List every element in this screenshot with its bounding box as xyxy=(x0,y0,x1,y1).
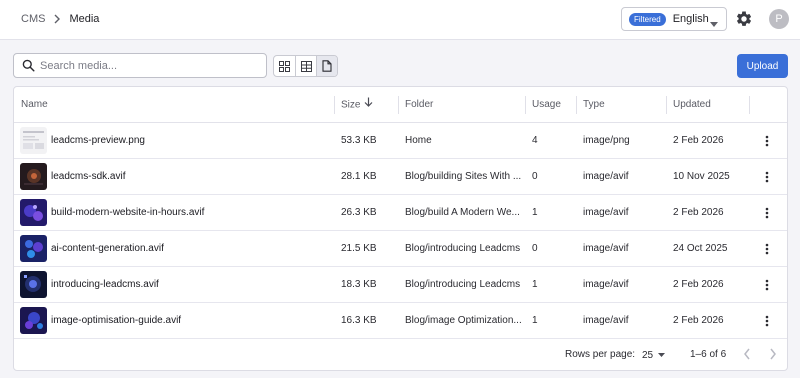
column-header-usage[interactable]: Usage xyxy=(532,87,561,123)
table-view-button[interactable] xyxy=(295,56,316,76)
cell-name: leadcms-sdk.avif xyxy=(51,171,126,182)
thumbnail-image xyxy=(20,235,47,262)
cell-folder: Blog/image Optimization... xyxy=(405,315,522,326)
cell-size: 18.3 KB xyxy=(341,279,377,290)
more-vert-icon[interactable] xyxy=(759,276,775,294)
cell-size: 26.3 KB xyxy=(341,207,377,218)
breadcrumb: CMS Media xyxy=(21,12,99,26)
upload-button[interactable]: Upload xyxy=(737,54,788,78)
cell-size: 21.5 KB xyxy=(341,243,377,254)
cell-usage: 4 xyxy=(532,135,538,146)
rows-per-page-value: 25 xyxy=(642,349,654,361)
thumbnail-image xyxy=(20,127,47,154)
cell-usage: 1 xyxy=(532,279,538,290)
more-vert-icon[interactable] xyxy=(759,132,775,150)
cell-usage: 0 xyxy=(532,171,538,182)
cell-type: image/avif xyxy=(583,243,629,254)
column-header-name[interactable]: Name xyxy=(21,87,48,123)
media-table: Name Size Folder Usage Type Updated lead… xyxy=(13,86,788,371)
rows-per-page-label: Rows per page: xyxy=(565,349,636,360)
pagination-range: 1–6 of 6 xyxy=(690,349,727,360)
cell-updated: 10 Nov 2025 xyxy=(673,171,730,182)
search-field xyxy=(13,53,267,78)
rows-per-page-select[interactable]: 25 xyxy=(642,345,678,365)
table-row[interactable]: image-optimisation-guide.avif 16.3 KB Bl… xyxy=(14,303,787,339)
cell-folder: Blog/introducing Leadcms xyxy=(405,243,521,254)
table-row[interactable]: introducing-leadcms.avif 18.3 KB Blog/in… xyxy=(14,267,787,303)
table-row[interactable]: leadcms-preview.png 53.3 KB Home 4 image… xyxy=(14,123,787,159)
cell-name: introducing-leadcms.avif xyxy=(51,279,159,290)
table-row[interactable]: ai-content-generation.avif 21.5 KB Blog/… xyxy=(14,231,787,267)
breadcrumb-root-link[interactable]: CMS xyxy=(21,12,45,26)
cell-updated: 2 Feb 2026 xyxy=(673,207,724,218)
cell-usage: 1 xyxy=(532,315,538,326)
cell-name: build-modern-website-in-hours.avif xyxy=(51,207,205,218)
language-value: English xyxy=(672,13,709,25)
cell-updated: 2 Feb 2026 xyxy=(673,135,724,146)
cell-folder: Blog/introducing Leadcms xyxy=(405,279,521,290)
cell-size: 16.3 KB xyxy=(341,315,377,326)
cell-name: leadcms-preview.png xyxy=(51,135,145,146)
more-vert-icon[interactable] xyxy=(759,240,775,258)
cell-updated: 2 Feb 2026 xyxy=(673,279,724,290)
thumbnail-image xyxy=(20,199,47,226)
table-header: Name Size Folder Usage Type Updated xyxy=(14,87,787,123)
chevron-left-icon[interactable] xyxy=(742,347,752,364)
cell-size: 53.3 KB xyxy=(341,135,377,146)
cell-name: image-optimisation-guide.avif xyxy=(51,315,182,326)
language-select[interactable]: Filtered English xyxy=(621,7,727,31)
more-vert-icon[interactable] xyxy=(759,204,775,222)
column-header-size[interactable]: Size xyxy=(341,87,373,123)
chevron-right-icon xyxy=(53,14,61,24)
column-header-folder[interactable]: Folder xyxy=(405,87,433,123)
grid-icon xyxy=(279,60,290,72)
file-icon xyxy=(322,60,332,72)
cell-type: image/avif xyxy=(583,171,629,182)
cell-name: ai-content-generation.avif xyxy=(51,243,164,254)
cell-type: image/avif xyxy=(583,279,629,290)
cell-usage: 0 xyxy=(532,243,538,254)
column-header-updated[interactable]: Updated xyxy=(673,87,711,123)
breadcrumb-current: Media xyxy=(69,13,100,25)
more-vert-icon[interactable] xyxy=(759,168,775,186)
avatar[interactable]: P xyxy=(769,9,789,29)
more-vert-icon[interactable] xyxy=(759,312,775,330)
grid-view-button[interactable] xyxy=(274,56,295,76)
view-toggle xyxy=(273,55,338,77)
cell-type: image/png xyxy=(583,135,630,146)
cell-updated: 24 Oct 2025 xyxy=(673,243,728,254)
cell-updated: 2 Feb 2026 xyxy=(673,315,724,326)
cell-folder: Blog/building Sites With ... xyxy=(405,171,522,182)
list-view-button[interactable] xyxy=(316,56,337,76)
cell-type: image/avif xyxy=(583,315,629,326)
thumbnail-image xyxy=(20,271,47,298)
cell-folder: Home xyxy=(405,135,432,146)
filtered-badge: Filtered xyxy=(629,12,666,26)
arrow-down-icon xyxy=(364,87,373,123)
thumbnail-image xyxy=(20,307,47,334)
search-input[interactable] xyxy=(40,57,260,74)
caret-down-icon xyxy=(658,353,666,357)
cell-size: 28.1 KB xyxy=(341,171,377,182)
cell-usage: 1 xyxy=(532,207,538,218)
table-row[interactable]: leadcms-sdk.avif 28.1 KB Blog/building S… xyxy=(14,159,787,195)
column-header-size-label: Size xyxy=(341,99,361,111)
cell-folder: Blog/build A Modern We... xyxy=(405,207,520,218)
thumbnail-image xyxy=(20,163,47,190)
top-bar: CMS Media Filtered English P xyxy=(0,0,800,40)
search-icon xyxy=(22,59,35,72)
column-header-type[interactable]: Type xyxy=(583,87,605,123)
caret-down-icon xyxy=(710,18,718,30)
table-icon xyxy=(300,60,312,72)
gear-icon[interactable] xyxy=(735,10,753,28)
chevron-right-icon[interactable] xyxy=(768,347,778,364)
cell-type: image/avif xyxy=(583,207,629,218)
pagination: Rows per page: 25 1–6 of 6 xyxy=(14,339,787,370)
table-row[interactable]: build-modern-website-in-hours.avif 26.3 … xyxy=(14,195,787,231)
